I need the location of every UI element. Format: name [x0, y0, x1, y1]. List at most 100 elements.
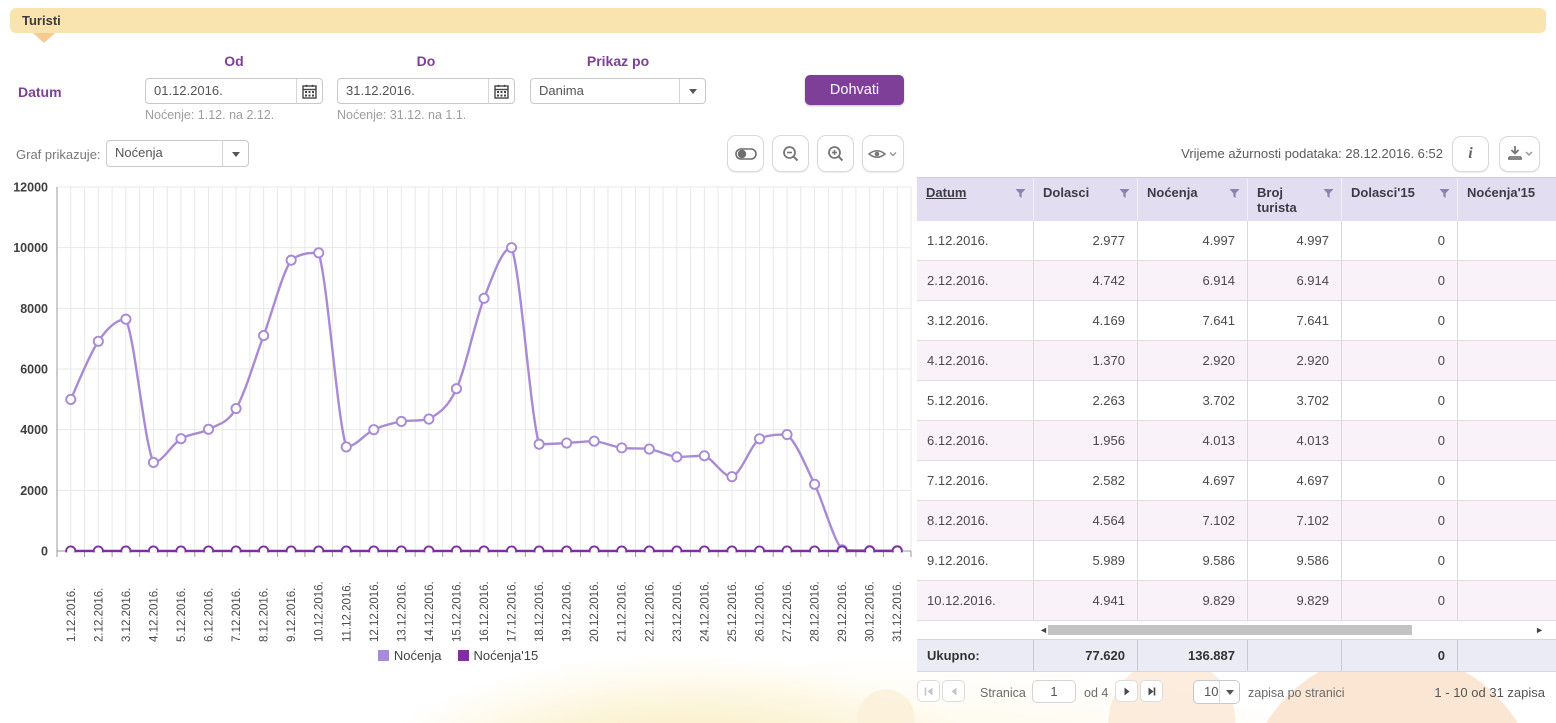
total-row: Ukupno:77.620136.8870 [917, 639, 1556, 672]
chart-legend: Noćenja Noćenja'15 [0, 648, 916, 663]
page: Turisti Datum Od Do Prikaz po 01.12.2016… [0, 0, 1556, 723]
next-page-button[interactable] [1115, 680, 1138, 702]
scroll-right-icon[interactable]: ► [1535, 625, 1544, 635]
table-row[interactable]: 3.12.2016.4.1697.6417.6410 [917, 301, 1556, 341]
calendar-icon[interactable] [296, 79, 322, 103]
info-icon: i [1468, 145, 1472, 163]
table-row[interactable]: 9.12.2016.5.9899.5869.5860 [917, 541, 1556, 581]
filter-icon[interactable] [1015, 188, 1026, 199]
date-to-note: Noćenje: 31.12. na 1.1. [337, 108, 466, 122]
table-cell: 0 [1342, 461, 1458, 500]
table-cell: 4.564 [1034, 501, 1138, 540]
export-button[interactable] [1499, 136, 1540, 172]
prev-page-button[interactable] [942, 680, 965, 702]
zoom-out-icon [781, 144, 801, 164]
total-cell: 136.887 [1138, 640, 1248, 671]
table-cell: 6.914 [1138, 261, 1248, 300]
table-row[interactable]: 1.12.2016.2.9774.9974.9970 [917, 221, 1556, 261]
filter-icon[interactable] [1323, 188, 1334, 199]
visibility-button[interactable] [862, 135, 904, 172]
scroll-left-icon[interactable]: ◄ [1039, 625, 1048, 635]
column-header[interactable]: Broj turista [1248, 178, 1342, 221]
column-header[interactable]: Datum [917, 178, 1034, 221]
svg-text:21.12.2016.: 21.12.2016. [617, 581, 629, 642]
table-cell: 0 [1342, 421, 1458, 460]
table-cell: 2.920 [1248, 341, 1342, 380]
svg-text:17.12.2016.: 17.12.2016. [507, 581, 519, 642]
first-page-button[interactable] [917, 680, 940, 702]
table-cell: 4.997 [1248, 221, 1342, 260]
download-icon [1507, 145, 1533, 163]
filter-icon[interactable] [1119, 188, 1130, 199]
chart[interactable]: 0200040006000800010000120001.12.2016.2.1… [0, 180, 916, 654]
legend-swatch [458, 650, 469, 661]
horizontal-scrollbar[interactable]: ◄ ► [1037, 622, 1546, 638]
panel-header[interactable]: Turisti [10, 8, 1546, 33]
filter-icon[interactable] [1439, 188, 1450, 199]
svg-text:20.12.2016.: 20.12.2016. [589, 581, 601, 642]
table-cell: 5.989 [1034, 541, 1138, 580]
table-cell [1458, 341, 1556, 380]
table-row[interactable]: 5.12.2016.2.2633.7023.7020 [917, 381, 1556, 421]
table-body: 1.12.2016.2.9774.9974.99702.12.2016.4.74… [917, 221, 1556, 621]
page-size-select[interactable]: 10 [1193, 680, 1240, 704]
svg-text:13.12.2016.: 13.12.2016. [396, 581, 408, 642]
legend-item[interactable]: Noćenja'15 [458, 648, 539, 663]
do-label: Do [337, 53, 515, 69]
column-header[interactable]: Noćenja [1138, 178, 1248, 221]
last-page-button[interactable] [1140, 680, 1163, 702]
svg-text:10.12.2016.: 10.12.2016. [314, 581, 326, 642]
legend-item[interactable]: Noćenja [378, 648, 442, 663]
svg-text:26.12.2016.: 26.12.2016. [754, 581, 766, 642]
table-cell: 7.641 [1138, 301, 1248, 340]
table-cell: 9.12.2016. [917, 541, 1034, 580]
filter-icon[interactable] [1229, 188, 1240, 199]
table-cell [1458, 461, 1556, 500]
page-number-input[interactable]: 1 [1032, 680, 1076, 703]
table-cell: 10.12.2016. [917, 581, 1034, 620]
svg-text:9.12.2016.: 9.12.2016. [286, 588, 298, 642]
column-header[interactable]: Noćenja'15 [1458, 178, 1556, 221]
date-from-note: Noćenje: 1.12. na 2.12. [145, 108, 274, 122]
table-row[interactable]: 8.12.2016.4.5647.1027.1020 [917, 501, 1556, 541]
column-header[interactable]: Dolasci'15 [1342, 178, 1458, 221]
toggle-button[interactable] [727, 135, 764, 172]
data-updated-label: Vrijeme ažurnosti podataka: 28.12.2016. … [1000, 146, 1443, 161]
table-cell: 4.697 [1248, 461, 1342, 500]
table-cell: 7.102 [1248, 501, 1342, 540]
table-cell: 6.914 [1248, 261, 1342, 300]
svg-text:31.12.2016.: 31.12.2016. [892, 581, 904, 642]
table-row[interactable]: 6.12.2016.1.9564.0134.0130 [917, 421, 1556, 461]
table-cell: 0 [1342, 541, 1458, 580]
legend-label: Noćenja'15 [474, 648, 539, 663]
table-cell: 5.12.2016. [917, 381, 1034, 420]
prikaz-po-select[interactable]: Danima [530, 78, 706, 104]
table-cell [1458, 261, 1556, 300]
svg-text:1.12.2016.: 1.12.2016. [66, 588, 78, 642]
table-cell: 0 [1342, 261, 1458, 300]
svg-text:29.12.2016.: 29.12.2016. [837, 581, 849, 642]
table-cell: 2.263 [1034, 381, 1138, 420]
date-from-input[interactable]: 01.12.2016. [145, 78, 323, 104]
table-row[interactable]: 2.12.2016.4.7426.9146.9140 [917, 261, 1556, 301]
table-cell: 2.920 [1138, 341, 1248, 380]
table-cell [1458, 381, 1556, 420]
table-cell: 7.12.2016. [917, 461, 1034, 500]
table-header-row: DatumDolasciNoćenjaBroj turistaDolasci'1… [917, 177, 1556, 221]
dohvati-button[interactable]: Dohvati [805, 75, 904, 105]
table-row[interactable]: 10.12.2016.4.9419.8299.8290 [917, 581, 1556, 621]
table-row[interactable]: 4.12.2016.1.3702.9202.9200 [917, 341, 1556, 381]
table-cell: 2.12.2016. [917, 261, 1034, 300]
table-row[interactable]: 7.12.2016.2.5824.6974.6970 [917, 461, 1556, 501]
info-button[interactable]: i [1452, 136, 1489, 172]
column-header[interactable]: Dolasci [1034, 178, 1138, 221]
table-cell: 3.12.2016. [917, 301, 1034, 340]
zoom-in-button[interactable] [817, 135, 854, 172]
calendar-icon[interactable] [488, 79, 514, 103]
date-to-input[interactable]: 31.12.2016. [337, 78, 515, 104]
graf-prikazuje-select[interactable]: Noćenja [106, 140, 249, 167]
scrollbar-thumb[interactable] [1048, 625, 1412, 635]
page-count-label: od 4 [1084, 686, 1108, 700]
zoom-out-button[interactable] [772, 135, 809, 172]
svg-text:16.12.2016.: 16.12.2016. [479, 581, 491, 642]
